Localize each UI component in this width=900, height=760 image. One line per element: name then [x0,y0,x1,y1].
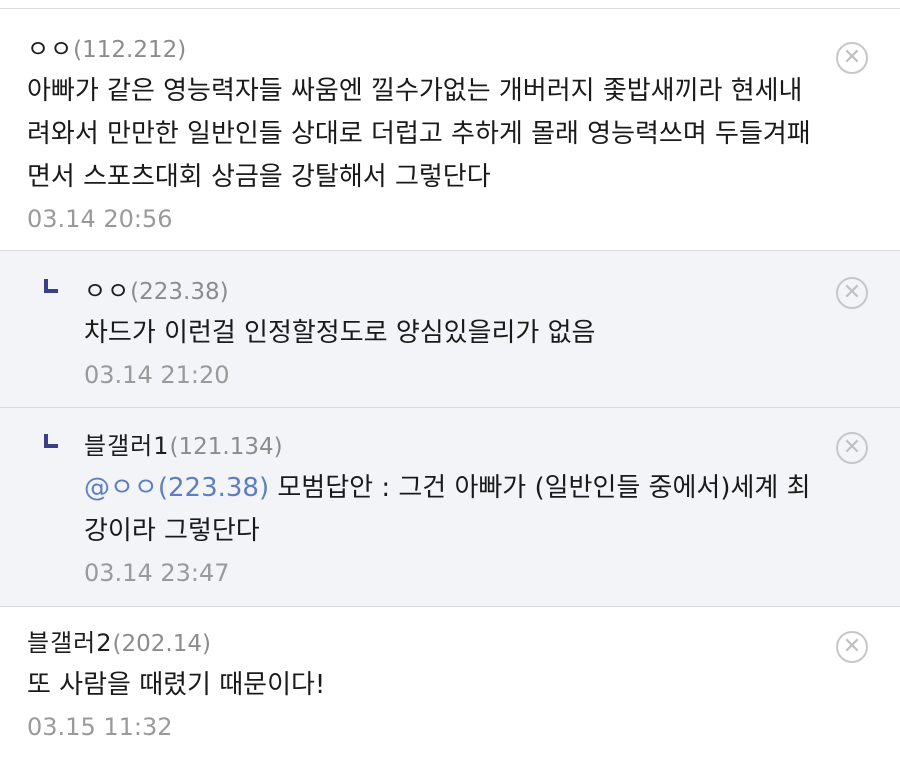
comment-timestamp: 03.15 11:32 [27,713,173,741]
reply-1: ㅇㅇ(223.38) 차드가 이런걸 인정할정도로 양심있을리가 없음 03.1… [0,251,900,408]
comment-header: ㅇㅇ(223.38) [84,275,820,308]
comment-header: 블갤러2(202.14) [27,627,820,660]
reply-corner-icon [44,434,58,448]
comment-header: ㅇㅇ(112.212) [27,33,820,66]
comment-nickname[interactable]: ㅇㅇ [84,277,130,305]
comment-text: 또 사람을 때렸기 때문이다! [27,670,326,700]
comment-ip: (223.38) [130,279,229,305]
comment-header: 블갤러1(121.134) [84,430,820,463]
comment-timestamp: 03.14 20:56 [27,205,173,233]
comment-nickname[interactable]: 블갤러2 [27,629,113,657]
comment-text: 차드가 이런걸 인정할정도로 양심있을리가 없음 [84,318,596,348]
comment-nickname[interactable]: 블갤러1 [84,432,170,460]
comment-text: 아빠가 같은 영능력자들 싸움엔 낄수가없는 개버러지 좇밥새끼라 현세내려와서… [27,76,811,192]
close-icon: ✕ [842,280,862,305]
delete-comment-button[interactable]: ✕ [836,631,868,663]
close-icon: ✕ [842,634,862,659]
delete-comment-button[interactable]: ✕ [836,432,868,464]
delete-comment-button[interactable]: ✕ [836,42,868,74]
reply-corner-icon [44,279,58,293]
comment-ip: (112.212) [73,37,187,63]
reply-2: 블갤러1(121.134) @ㅇㅇ(223.38) 모범답안 : 그건 아빠가 … [0,408,900,607]
comment-ip: (202.14) [112,631,211,657]
top-divider [0,0,900,9]
comment-text: @ㅇㅇ(223.38) 모범답안 : 그건 아빠가 (일반인들 중에서)세계 최… [84,467,820,553]
comment-timestamp: 03.14 23:47 [84,559,230,587]
mention-link[interactable]: @ㅇㅇ(223.38) [84,473,269,503]
comment-timestamp: 03.14 21:20 [84,361,230,389]
delete-comment-button[interactable]: ✕ [836,277,868,309]
close-icon: ✕ [842,435,862,460]
comment-nickname[interactable]: ㅇㅇ [27,35,73,63]
comment-1: ㅇㅇ(112.212) 아빠가 같은 영능력자들 싸움엔 낄수가없는 개버러지 … [0,9,900,251]
close-icon: ✕ [842,45,862,70]
comment-ip: (121.134) [169,434,283,460]
comment-2: 블갤러2(202.14) 또 사람을 때렸기 때문이다! 03.15 11:32… [0,607,900,760]
